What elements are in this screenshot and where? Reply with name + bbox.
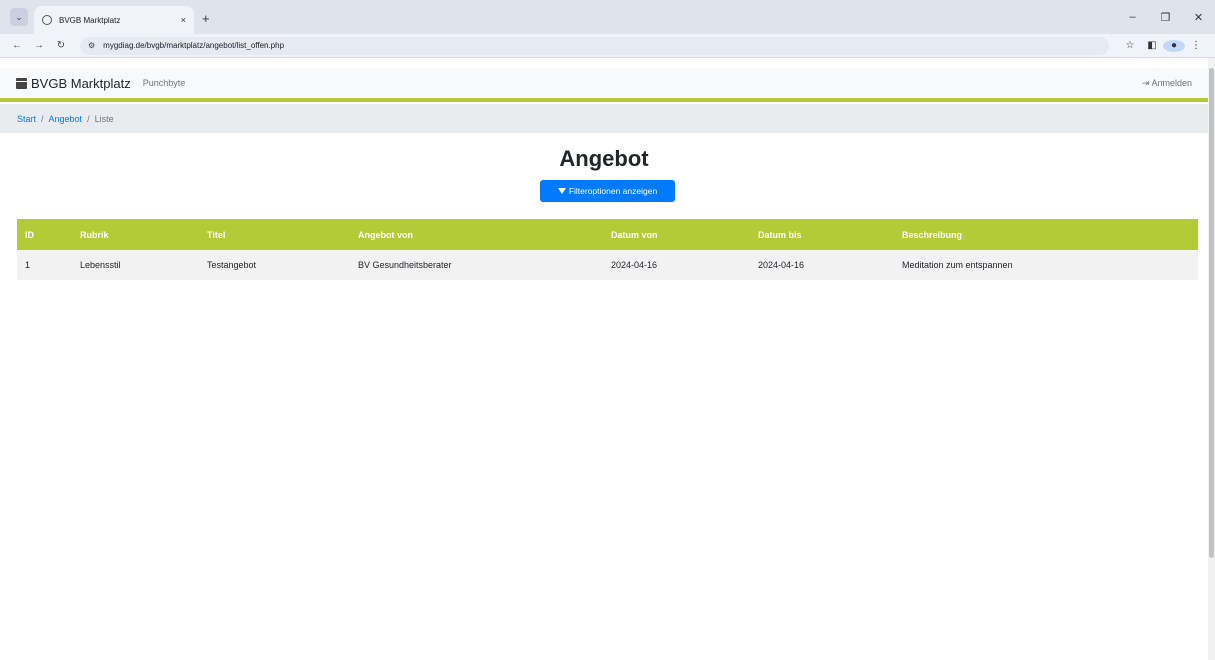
forward-arrow-icon[interactable]: → — [30, 40, 48, 51]
site-navbar: BVGB Marktplatz Punchbyte ⇥ Anmelden — [0, 68, 1208, 98]
tab-title: BVGB Marktplatz — [59, 15, 121, 25]
breadcrumb-separator: / — [87, 113, 90, 124]
profile-avatar-icon[interactable]: ● — [1163, 39, 1185, 52]
column-header-titel[interactable]: Titel — [199, 219, 350, 250]
column-header-id[interactable]: ID — [17, 219, 72, 250]
side-panel-icon[interactable]: ◧ — [1141, 40, 1163, 51]
page-scrollbar[interactable] — [1208, 58, 1215, 660]
column-header-datum-bis[interactable]: Datum bis — [750, 219, 894, 250]
back-arrow-icon[interactable]: ← — [8, 40, 26, 51]
cell-id: 1 — [17, 250, 72, 280]
restore-button[interactable]: ❐ — [1149, 11, 1182, 24]
reload-icon[interactable]: ↻ — [52, 40, 70, 51]
login-link[interactable]: ⇥ Anmelden — [1142, 78, 1192, 89]
cell-rubrik: Lebensstil — [72, 250, 199, 280]
address-bar[interactable]: ⚙ mygdiag.de/bvgb/marktplatz/angebot/lis… — [80, 36, 1109, 55]
breadcrumb-current: Liste — [94, 113, 114, 124]
accent-bar — [0, 98, 1208, 102]
table-header-row: ID Rubrik Titel Angebot von Datum von Da… — [17, 219, 1198, 250]
toolbar-right: ☆ ◧ ● ⋮ — [1119, 39, 1207, 52]
cell-titel: Testangebot — [199, 250, 350, 280]
column-header-datum-von[interactable]: Datum von — [603, 219, 750, 250]
bookmark-star-icon[interactable]: ☆ — [1119, 40, 1141, 51]
column-header-beschreibung[interactable]: Beschreibung — [894, 219, 1198, 250]
url-text: mygdiag.de/bvgb/marktplatz/angebot/list_… — [103, 41, 285, 50]
filter-funnel-icon — [557, 188, 566, 194]
site-info-icon[interactable]: ⚙ — [88, 41, 95, 50]
tab-search-chevron-icon[interactable]: ⌄ — [10, 8, 28, 26]
breadcrumb-start[interactable]: Start — [17, 114, 36, 124]
filter-options-button[interactable]: Filteroptionen anzeigen — [540, 180, 675, 202]
subbrand-link[interactable]: Punchbyte — [143, 78, 186, 88]
cell-datum-bis: 2024-04-16 — [750, 250, 894, 280]
column-header-angebot-von[interactable]: Angebot von — [350, 219, 603, 250]
brand-text: BVGB Marktplatz — [31, 75, 131, 91]
offers-table: ID Rubrik Titel Angebot von Datum von Da… — [17, 219, 1198, 280]
browser-tab[interactable]: BVGB Marktplatz × — [34, 6, 194, 34]
calendar-icon — [16, 77, 27, 89]
filter-button-label: Filteroptionen anzeigen — [568, 186, 658, 196]
brand-link[interactable]: BVGB Marktplatz — [16, 76, 131, 91]
minimize-button[interactable]: – — [1116, 11, 1149, 23]
globe-icon — [42, 15, 52, 25]
breadcrumb-separator: / — [41, 113, 44, 124]
window-controls: – ❐ ✕ — [1116, 0, 1215, 34]
login-label: Anmelden — [1151, 78, 1192, 88]
new-tab-button[interactable]: + — [202, 11, 210, 26]
cell-beschreibung: Meditation zum entspannen — [894, 250, 1198, 280]
close-window-button[interactable]: ✕ — [1182, 11, 1215, 24]
column-header-rubrik[interactable]: Rubrik — [72, 219, 199, 250]
cell-angebot-von: BV Gesundheitsberater — [350, 250, 603, 280]
browser-toolbar: ← → ↻ ⚙ mygdiag.de/bvgb/marktplatz/angeb… — [0, 34, 1215, 58]
browser-tabstrip: ⌄ BVGB Marktplatz × + – ❐ ✕ — [0, 0, 1215, 34]
tab-close-icon[interactable]: × — [181, 15, 186, 25]
breadcrumb-angebot[interactable]: Angebot — [49, 114, 83, 124]
sign-in-icon: ⇥ — [1141, 77, 1150, 88]
scrollbar-thumb[interactable] — [1209, 68, 1214, 558]
page-title: Angebot — [559, 146, 649, 171]
breadcrumb: Start / Angebot / Liste — [0, 104, 1208, 133]
cell-datum-von: 2024-04-16 — [603, 250, 750, 280]
menu-kebab-icon[interactable]: ⋮ — [1185, 40, 1207, 51]
table-row[interactable]: 1 Lebensstil Testangebot BV Gesundheitsb… — [17, 250, 1198, 280]
